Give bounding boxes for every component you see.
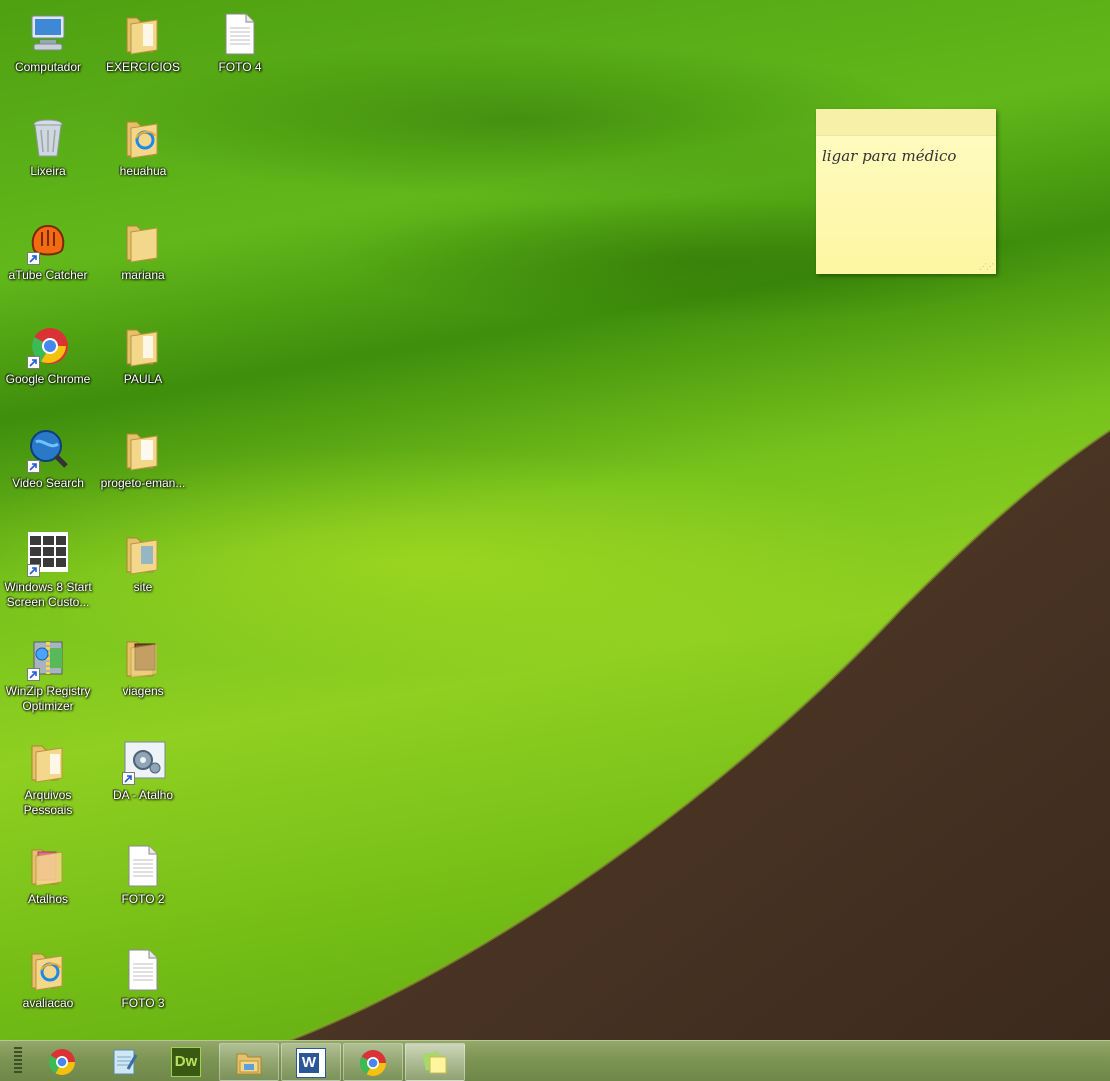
icon-label: aTube Catcher <box>8 268 88 282</box>
icon-label: DA - Atalho <box>112 788 174 802</box>
taskbar-chrome-button[interactable] <box>33 1043 91 1079</box>
desktop-icon-da-atalho[interactable]: DA - Atalho <box>95 732 191 832</box>
winzip-icon <box>27 636 68 681</box>
desktop-icon-viagens[interactable]: viagens <box>95 628 191 728</box>
document-icon <box>123 948 163 992</box>
folder-ie-icon <box>123 116 163 160</box>
folder-icon <box>28 740 68 784</box>
icon-label: progeto-eman... <box>100 476 186 490</box>
icon-label: site <box>133 580 153 594</box>
word-icon: W <box>296 1048 326 1078</box>
folder-icon <box>123 324 163 368</box>
recycle-bin-icon <box>28 116 68 160</box>
settings-shortcut-icon <box>122 740 166 785</box>
icon-label: EXERCICIOS <box>105 60 180 74</box>
desktop-icon-computador[interactable]: Computador <box>0 4 96 104</box>
desktop-icon-atalhos[interactable]: Atalhos <box>0 836 96 936</box>
atube-catcher-icon <box>27 220 68 265</box>
desktop-icon-foto-2[interactable]: FOTO 2 <box>95 836 191 936</box>
folder-icon <box>123 428 163 472</box>
desktop-icon-arquivos-pessoais[interactable]: Arquivos Pessoais <box>0 732 96 832</box>
icon-label: heuahua <box>119 164 167 178</box>
taskbar-sticky-notes-button[interactable] <box>405 1043 465 1081</box>
desktop-icon-lixeira[interactable]: Lixeira <box>0 108 96 208</box>
icon-label: FOTO 2 <box>121 892 165 906</box>
chrome-icon <box>359 1050 387 1077</box>
icon-label: FOTO 3 <box>121 996 165 1010</box>
desktop-icon-foto-4[interactable]: FOTO 4 <box>192 4 288 104</box>
resize-grip-icon[interactable]: ⋰⋰ <box>979 262 994 271</box>
folder-pink-icon <box>28 844 68 888</box>
taskbar-word-button[interactable]: W <box>281 1043 341 1081</box>
taskbar-explorer-button[interactable] <box>219 1043 279 1081</box>
folder-icon <box>123 220 163 264</box>
dreamweaver-icon-text: Dw <box>174 1053 198 1070</box>
word-icon-text: W <box>299 1053 319 1073</box>
icon-label: Video Search <box>12 476 84 490</box>
taskbar-notepad-button[interactable] <box>95 1043 153 1079</box>
desktop-icon-winzip-registry-optimizer[interactable]: WinZip Registry Optimizer <box>0 628 96 728</box>
icon-label: WinZip Registry Optimizer <box>5 684 91 713</box>
video-search-icon <box>27 428 68 473</box>
document-icon <box>123 844 163 888</box>
chrome-icon <box>27 324 68 369</box>
start-screen-icon <box>27 532 68 577</box>
desktop-icon-heuahua[interactable]: heuahua <box>95 108 191 208</box>
icon-label: viagens <box>122 684 164 698</box>
icon-label: Google Chrome <box>5 372 91 386</box>
folder-ie-icon <box>28 948 68 992</box>
taskbar: Dw W <box>0 1040 1110 1081</box>
desktop-icon-paula[interactable]: PAULA <box>95 316 191 416</box>
document-icon <box>220 12 260 56</box>
sticky-note-text[interactable]: ligar para médico <box>822 147 956 165</box>
icon-label: PAULA <box>123 372 163 386</box>
icon-label: Computador <box>14 60 82 74</box>
icon-label: Atalhos <box>27 892 69 906</box>
desktop-icon-google-chrome[interactable]: Google Chrome <box>0 316 96 416</box>
sticky-note-titlebar[interactable] <box>816 109 996 136</box>
computer-icon <box>28 12 68 56</box>
icon-label: avaliacao <box>22 996 74 1010</box>
desktop-icon-windows8-start-screen[interactable]: Windows 8 Start Screen Custo... <box>0 524 96 624</box>
chrome-icon <box>48 1049 76 1076</box>
dreamweaver-icon: Dw <box>171 1047 201 1077</box>
notepad-icon <box>113 1049 138 1075</box>
icon-label: Lixeira <box>30 164 66 178</box>
icon-label: Arquivos Pessoais <box>23 788 73 817</box>
desktop-icon-mariana[interactable]: mariana <box>95 212 191 312</box>
folder-icon <box>123 532 163 576</box>
desktop-icon-foto-3[interactable]: FOTO 3 <box>95 940 191 1040</box>
icon-label: mariana <box>121 268 165 282</box>
desktop-icon-site[interactable]: site <box>95 524 191 624</box>
icon-label: FOTO 4 <box>218 60 262 74</box>
taskbar-grip[interactable] <box>14 1047 22 1075</box>
explorer-icon <box>236 1053 262 1075</box>
sticky-notes-icon <box>422 1051 447 1074</box>
desktop-icon-video-search[interactable]: Video Search <box>0 420 96 520</box>
desktop-icon-progeto-eman[interactable]: progeto-eman... <box>95 420 191 520</box>
desktop[interactable]: Computador Lixeira aTube Catcher Google … <box>0 0 1110 1040</box>
desktop-icon-exercicios[interactable]: EXERCICIOS <box>95 4 191 104</box>
desktop-icon-atube-catcher[interactable]: aTube Catcher <box>0 212 96 312</box>
taskbar-dreamweaver-button[interactable]: Dw <box>157 1043 215 1079</box>
taskbar-chrome-window-button[interactable] <box>343 1043 403 1081</box>
icon-label: Windows 8 Start Screen Custo... <box>4 580 92 609</box>
folder-icon <box>123 12 163 56</box>
sticky-note[interactable]: ligar para médico ⋰⋰ <box>816 109 996 274</box>
folder-photo-icon <box>123 636 163 680</box>
desktop-icon-avaliacao[interactable]: avaliacao <box>0 940 96 1040</box>
